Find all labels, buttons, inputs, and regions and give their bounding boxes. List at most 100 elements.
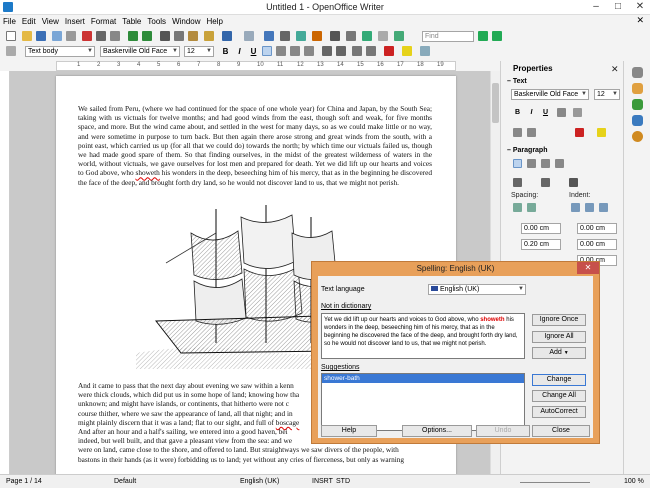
data-sources-icon[interactable] (394, 31, 404, 41)
undo-icon[interactable] (222, 31, 232, 41)
autospellcheck-icon[interactable] (142, 31, 152, 41)
sidebar-numbering-icon[interactable] (541, 178, 550, 187)
table-icon[interactable] (280, 31, 290, 41)
menu-window[interactable]: Window (169, 15, 203, 28)
text-language-combo[interactable]: English (UK) ▼ (428, 284, 526, 295)
ignore-once-button[interactable]: Ignore Once (532, 314, 586, 326)
spelling-error-word[interactable]: boscage (276, 418, 300, 427)
ignore-all-button[interactable]: Ignore All (532, 331, 586, 343)
close-sidebar-icon[interactable]: ✕ (611, 64, 619, 75)
sidebar-align-left-icon[interactable] (513, 159, 522, 168)
indent-after-input[interactable]: 0.00 cm (577, 239, 617, 250)
status-language[interactable]: English (UK) (240, 475, 279, 488)
sidebar-italic-button[interactable]: I (527, 108, 536, 117)
navigator-icon[interactable] (362, 31, 372, 41)
menu-format[interactable]: Format (88, 15, 119, 28)
pdf-export-icon[interactable] (82, 31, 92, 41)
indent-before-input[interactable]: 0.00 cm (577, 223, 617, 234)
spacing-above-input[interactable]: 0.00 cm (521, 223, 561, 234)
menu-view[interactable]: View (39, 15, 62, 28)
sidebar-bold-button[interactable]: B (513, 108, 522, 117)
sidebar-align-right-icon[interactable] (541, 159, 550, 168)
bold-button[interactable]: B (220, 46, 231, 57)
image-icon[interactable] (296, 31, 306, 41)
font-color-icon[interactable] (384, 46, 394, 56)
underline-button[interactable]: U (248, 46, 259, 57)
highlight-icon[interactable] (402, 46, 412, 56)
suggestions-list[interactable]: shower-bath (321, 373, 525, 431)
add-button[interactable]: Add ▼ (532, 347, 586, 359)
close-button[interactable]: Close (532, 425, 590, 437)
spellcheck-icon[interactable] (128, 31, 138, 41)
indent-icon[interactable] (585, 203, 594, 212)
indent-icon[interactable] (599, 203, 608, 212)
sidebar-menu-icon[interactable] (632, 67, 643, 78)
paragraph-style-combo[interactable]: Text body ▼ (25, 46, 95, 57)
minimize-button[interactable]: – (586, 0, 606, 14)
align-right-icon[interactable] (290, 46, 300, 56)
paragraph-1[interactable]: We sailed from Peru, (where we had conti… (78, 104, 432, 187)
background-color-icon[interactable] (420, 46, 430, 56)
find-replace-icon[interactable] (346, 31, 356, 41)
sentence-textbox[interactable]: Yet we did lift up our hearts and voices… (321, 313, 525, 359)
scrollbar-thumb[interactable] (492, 83, 499, 123)
sidebar-underline-button[interactable]: U (541, 108, 550, 117)
menu-edit[interactable]: Edit (19, 15, 39, 28)
spacing-icon[interactable] (513, 203, 522, 212)
spelling-error-word[interactable]: showeth (135, 168, 159, 177)
misspelled-word[interactable]: showeth (480, 317, 504, 323)
draw-functions-icon[interactable] (330, 31, 340, 41)
styles-icon[interactable] (6, 46, 16, 56)
increase-indent-icon[interactable] (366, 46, 376, 56)
print-preview-icon[interactable] (110, 31, 120, 41)
strikethrough-icon[interactable] (557, 108, 566, 117)
autocorrect-button[interactable]: AutoCorrect (532, 406, 586, 418)
close-document-icon[interactable]: ✕ (636, 15, 644, 26)
font-name-combo[interactable]: Baskerville Old Face ▼ (100, 46, 180, 57)
properties-tab-icon[interactable] (632, 83, 643, 94)
menu-tools[interactable]: Tools (144, 15, 169, 28)
dialog-close-icon[interactable]: ✕ (577, 262, 599, 274)
insert-mode[interactable]: INSRT (312, 475, 333, 488)
font-size-combo[interactable]: 12 ▼ (184, 46, 214, 57)
shadow-icon[interactable] (573, 108, 582, 117)
close-window-button[interactable]: ✕ (630, 0, 650, 14)
new-document-icon[interactable] (6, 31, 16, 41)
menu-table[interactable]: Table (119, 15, 144, 28)
decrease-font-icon[interactable] (527, 128, 536, 137)
sidebar-highlight-icon[interactable] (597, 128, 606, 137)
options-button[interactable]: Options... (402, 425, 472, 437)
edit-file-icon[interactable] (66, 31, 76, 41)
zoom-level[interactable]: 100 % (624, 475, 644, 488)
cut-icon[interactable] (160, 31, 170, 41)
bullets-icon[interactable] (336, 46, 346, 56)
menu-file[interactable]: File (0, 15, 19, 28)
redo-icon[interactable] (244, 31, 254, 41)
gallery-icon[interactable] (378, 31, 388, 41)
indent-icon[interactable] (571, 203, 580, 212)
spacing-icon[interactable] (527, 203, 536, 212)
email-icon[interactable] (52, 31, 62, 41)
menu-insert[interactable]: Insert (62, 15, 88, 28)
open-folder-icon[interactable] (22, 31, 32, 41)
numbering-icon[interactable] (322, 46, 332, 56)
menu-help[interactable]: Help (204, 15, 226, 28)
change-all-button[interactable]: Change All (532, 390, 586, 402)
sidebar-align-center-icon[interactable] (527, 159, 536, 168)
hyperlink-icon[interactable] (264, 31, 274, 41)
copy-icon[interactable] (174, 31, 184, 41)
clone-formatting-icon[interactable] (204, 31, 214, 41)
selection-mode[interactable]: STD (336, 475, 350, 488)
italic-button[interactable]: I (234, 46, 245, 57)
increase-font-icon[interactable] (513, 128, 522, 137)
sidebar-justify-icon[interactable] (555, 159, 564, 168)
sidebar-font-size-combo[interactable]: 12 ▼ (594, 89, 620, 100)
vertical-ruler[interactable] (0, 71, 10, 474)
align-left-icon[interactable] (262, 46, 272, 56)
justify-icon[interactable] (304, 46, 314, 56)
paragraph-background-icon[interactable] (569, 178, 578, 187)
paste-icon[interactable] (188, 31, 198, 41)
decrease-indent-icon[interactable] (352, 46, 362, 56)
gallery-tab-icon[interactable] (632, 115, 643, 126)
help-button[interactable]: Help (321, 425, 377, 437)
